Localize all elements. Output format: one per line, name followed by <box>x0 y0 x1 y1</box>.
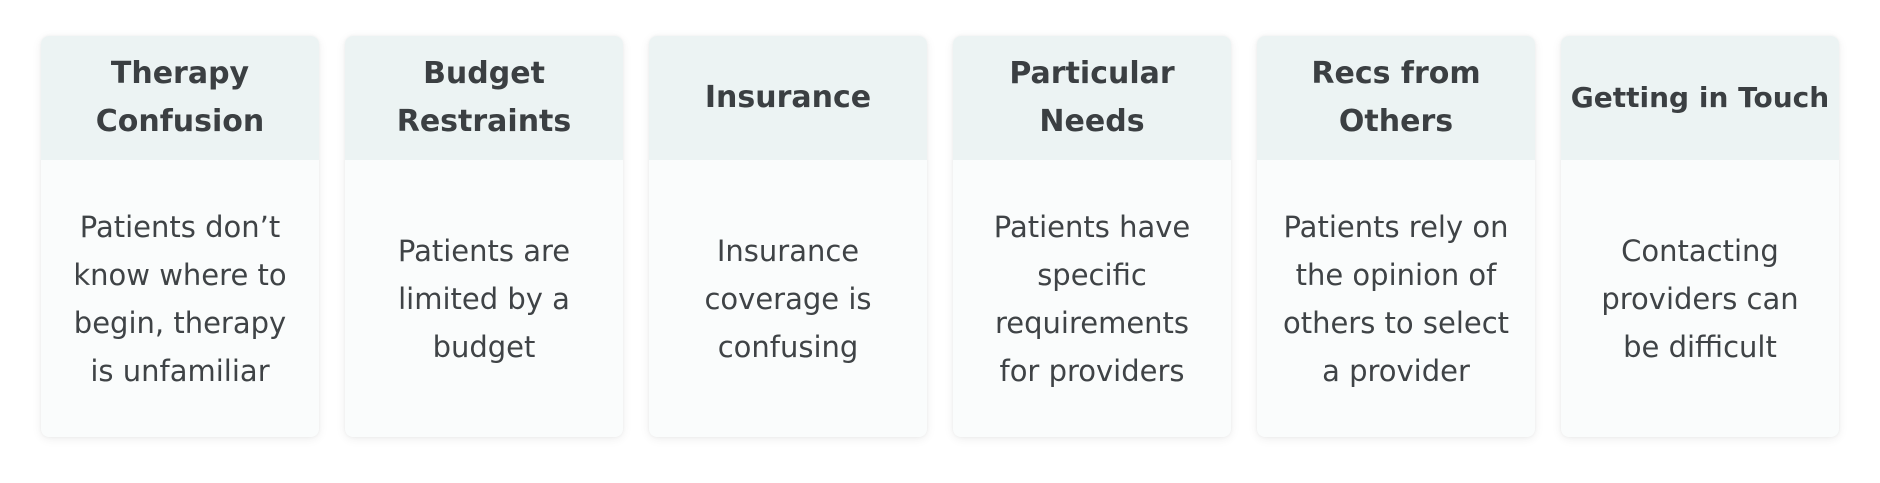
card-description: Patients don’t know where to begin, ther… <box>73 209 287 388</box>
card-description: Insurance coverage is confusing <box>704 233 872 364</box>
card-title: Budget Restraints <box>396 56 572 139</box>
card-body: Patients don’t know where to begin, ther… <box>41 160 319 437</box>
card-header: Getting in Touch <box>1561 36 1839 160</box>
card-header: Budget Restraints <box>345 36 623 160</box>
card-title: Getting in Touch <box>1570 81 1830 114</box>
card-body: Patients have specific requirements for … <box>953 160 1231 437</box>
card-header: Recs from Others <box>1257 36 1535 160</box>
card-body: Insurance coverage is confusing <box>649 160 927 437</box>
card-budget-restraints: Budget Restraints Patients are limited b… <box>345 36 623 437</box>
card-title: Particular Needs <box>1009 56 1175 139</box>
card-therapy-confusion: Therapy Confusion Patients don’t know wh… <box>41 36 319 437</box>
card-title: Therapy Confusion <box>95 56 265 139</box>
card-description: Patients rely on the opinion of others t… <box>1282 209 1510 388</box>
card-insurance: Insurance Insurance coverage is confusin… <box>649 36 927 437</box>
card-particular-needs: Particular Needs Patients have specific … <box>953 36 1231 437</box>
card-description: Contacting providers can be difficult <box>1601 233 1799 364</box>
card-title: Recs from Others <box>1311 56 1481 139</box>
card-body: Contacting providers can be difficult <box>1561 160 1839 437</box>
pain-point-cards: Therapy Confusion Patients don’t know wh… <box>41 36 1839 437</box>
card-getting-in-touch: Getting in Touch Contacting providers ca… <box>1561 36 1839 437</box>
card-header: Insurance <box>649 36 927 160</box>
card-header: Particular Needs <box>953 36 1231 160</box>
card-body: Patients rely on the opinion of others t… <box>1257 160 1535 437</box>
card-title: Insurance <box>704 80 872 115</box>
card-recs-from-others: Recs from Others Patients rely on the op… <box>1257 36 1535 437</box>
card-description: Patients have specific requirements for … <box>993 209 1191 388</box>
card-description: Patients are limited by a budget <box>397 233 571 364</box>
card-header: Therapy Confusion <box>41 36 319 160</box>
card-body: Patients are limited by a budget <box>345 160 623 437</box>
